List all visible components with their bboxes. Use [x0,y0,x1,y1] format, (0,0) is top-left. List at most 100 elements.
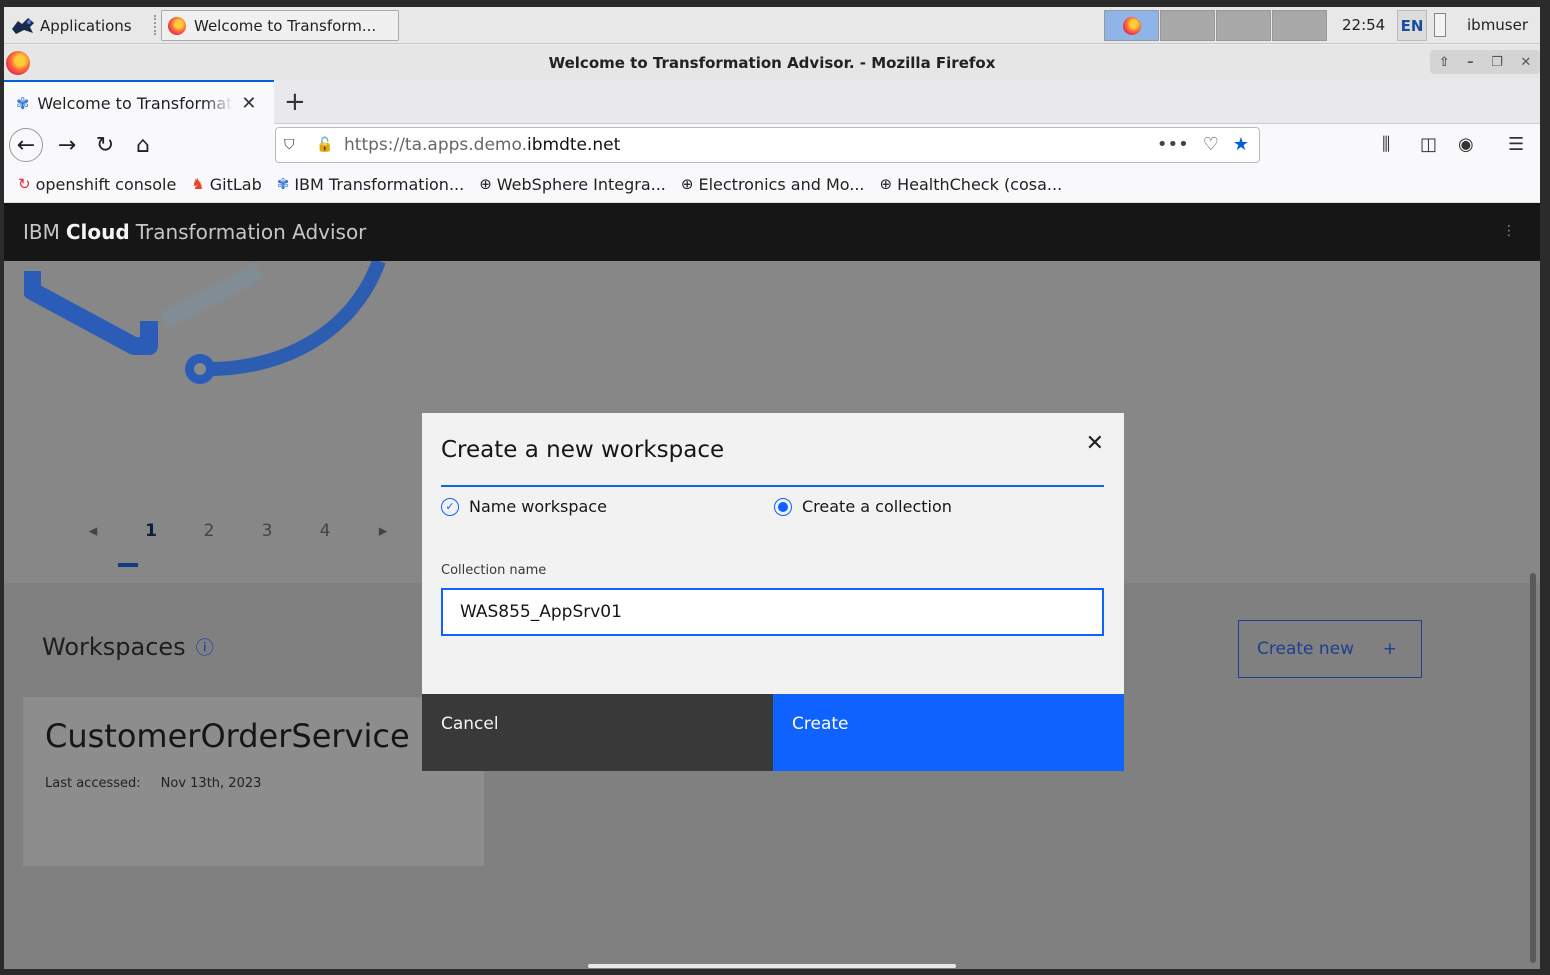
window-up-icon[interactable]: ⇧ [1439,55,1450,70]
create-new-label: Create new [1257,639,1355,659]
carousel-prev-icon[interactable]: ◂ [64,521,122,541]
taskbar-firefox-window[interactable]: Welcome to Transform... [161,10,399,41]
url-prefix: https://ta.apps.demo. [344,135,527,155]
step-label: Name workspace [469,497,607,516]
page-actions-icon[interactable]: ••• [1157,134,1189,155]
workspace-4[interactable] [1272,10,1327,41]
modal-title: Create a new workspace [441,437,725,463]
keyboard-layout[interactable]: EN [1397,10,1427,41]
workspace-3[interactable] [1216,10,1271,41]
url-actions: ••• ♡ ★ [1157,134,1249,155]
bookmarks-toolbar: ↻ openshift console ♞ GitLab ✾ IBM Transfor… [4,166,1540,203]
step-label: Create a collection [802,497,952,516]
firefox-icon [168,16,186,35]
window-controls: ⇧ – ❐ ✕ [1430,50,1540,74]
library-icon[interactable]: ⫼ [1382,134,1390,155]
bookmark-electronics[interactable]: ⊕ Electronics and Mo... [681,175,865,194]
workspaces-title: Workspaces [42,633,186,661]
carousel-page-4[interactable]: 4 [296,521,354,541]
insecure-lock-icon[interactable]: 🔓 [316,137,334,153]
cancel-button[interactable]: Cancel [422,694,773,771]
vertical-scrollbar[interactable] [1530,573,1536,963]
window-maximize-icon[interactable]: ❐ [1491,55,1503,70]
bookmark-star-icon[interactable]: ★ [1233,134,1249,155]
overflow-menu-icon[interactable]: ⋮ [1502,223,1516,239]
ta-icon: ✾ [276,175,290,193]
new-tab-button[interactable]: + [284,87,306,117]
workspaces-heading: Workspaces ⓘ [42,633,214,661]
ta-favicon-icon: ✾ [16,93,30,113]
create-workspace-modal: Create a new workspace ✕ ✓ Name workspac… [422,413,1124,771]
desktop-frame: Applications Welcome to Transform... 22:… [4,7,1540,969]
tab-close-icon[interactable]: ✕ [241,93,256,114]
bookmark-healthcheck[interactable]: ⊕ HealthCheck (cosa... [880,175,1063,194]
tab-label: Welcome to Transformation Advisor [37,93,233,113]
window-minimize-icon[interactable]: – [1467,55,1474,70]
create-button[interactable]: Create [773,694,1124,771]
app-header: IBM Cloud Transformation Advisor ⋮ [4,203,1540,261]
modal-close-icon[interactable]: ✕ [1086,431,1104,456]
tab-transformation-advisor[interactable]: ✾ Welcome to Transformation Advisor ✕ [4,80,274,124]
applications-label: Applications [40,16,132,35]
globe-icon: ⊕ [879,175,893,193]
navigation-toolbar: ← → ↻ ⌂ ⛉ 🔓 https://ta.apps.demo.ibmdte.… [4,124,1540,166]
step-name-workspace[interactable]: ✓ Name workspace [441,497,607,516]
plus-icon: + [1382,639,1397,659]
tracking-shield-icon[interactable]: ⛉ [284,137,302,153]
clock[interactable]: 22:54 [1342,16,1385,34]
modal-footer: Cancel Create [422,694,1124,771]
carousel-indicator [118,563,138,567]
bookmark-openshift[interactable]: ↻ openshift console [18,175,176,194]
sidebar-icon[interactable]: ◫ [1420,134,1437,155]
bookmark-ibm-transformation[interactable]: ✾ IBM Transformation... [277,175,464,194]
window-close-icon[interactable]: ✕ [1520,55,1531,70]
last-accessed-value: Nov 13th, 2023 [160,776,262,791]
last-accessed-label: Last accessed: [45,776,141,791]
workspace-card[interactable]: CustomerOrderService Last accessed: Nov 1… [23,697,484,866]
reload-icon: ↻ [95,132,115,158]
taskbar-label: Welcome to Transform... [194,16,377,35]
modal-progress-rule [441,485,1104,487]
gitlab-icon: ♞ [191,175,205,193]
workspace-2[interactable] [1160,10,1215,41]
forward-button[interactable]: → [50,128,84,162]
current-step-icon [774,497,792,516]
bookmark-websphere[interactable]: ⊕ WebSphere Integra... [479,175,666,194]
pocket-icon[interactable]: ♡ [1203,134,1219,155]
hamburger-menu-icon[interactable]: ☰ [1508,134,1524,155]
tab-strip: ✾ Welcome to Transformation Advisor ✕ + [4,80,1540,124]
brand-suffix: Transformation Advisor [135,220,367,244]
info-icon[interactable]: ⓘ [196,634,214,660]
home-button[interactable]: ⌂ [126,128,160,162]
step-create-collection[interactable]: Create a collection [774,497,952,516]
url-domain: ibmdte.net [527,135,621,155]
collection-name-input[interactable]: WAS855_AppSrv01 [441,588,1104,636]
reload-button[interactable]: ↻ [88,128,122,162]
carousel-next-icon[interactable]: ▸ [354,521,412,541]
carousel-page-3[interactable]: 3 [238,521,296,541]
bookmark-label: WebSphere Integra... [496,174,666,194]
bookmark-gitlab[interactable]: ♞ GitLab [191,175,261,194]
window-titlebar: Welcome to Transformation Advisor. - Moz… [4,45,1540,80]
workspace-1[interactable] [1104,10,1159,41]
applications-icon [12,17,34,34]
globe-icon: ⊕ [680,175,694,193]
bookmark-label: IBM Transformation... [294,174,465,194]
panel-separator [154,15,156,35]
create-new-button[interactable]: Create new + [1238,620,1422,678]
horizontal-scrollbar[interactable] [588,964,956,968]
carousel-page-1[interactable]: 1 [122,521,180,541]
back-button[interactable]: ← [9,128,43,162]
applications-menu[interactable]: Applications [10,13,132,38]
system-panel: Applications Welcome to Transform... 22:… [4,7,1540,44]
globe-icon: ⊕ [479,175,492,193]
url-bar[interactable]: ⛉ 🔓 https://ta.apps.demo.ibmdte.net ••• … [275,127,1260,163]
carousel-pagination: ◂ 1 2 3 4 ▸ [64,521,412,541]
battery-icon [1434,13,1446,37]
brand-prefix: IBM [23,220,60,244]
hero-graphic [24,261,386,384]
url-text[interactable]: https://ta.apps.demo.ibmdte.net [344,135,620,155]
account-icon[interactable]: ◉ [1458,134,1474,155]
user-menu[interactable]: ibmuser [1467,16,1528,34]
carousel-page-2[interactable]: 2 [180,521,238,541]
